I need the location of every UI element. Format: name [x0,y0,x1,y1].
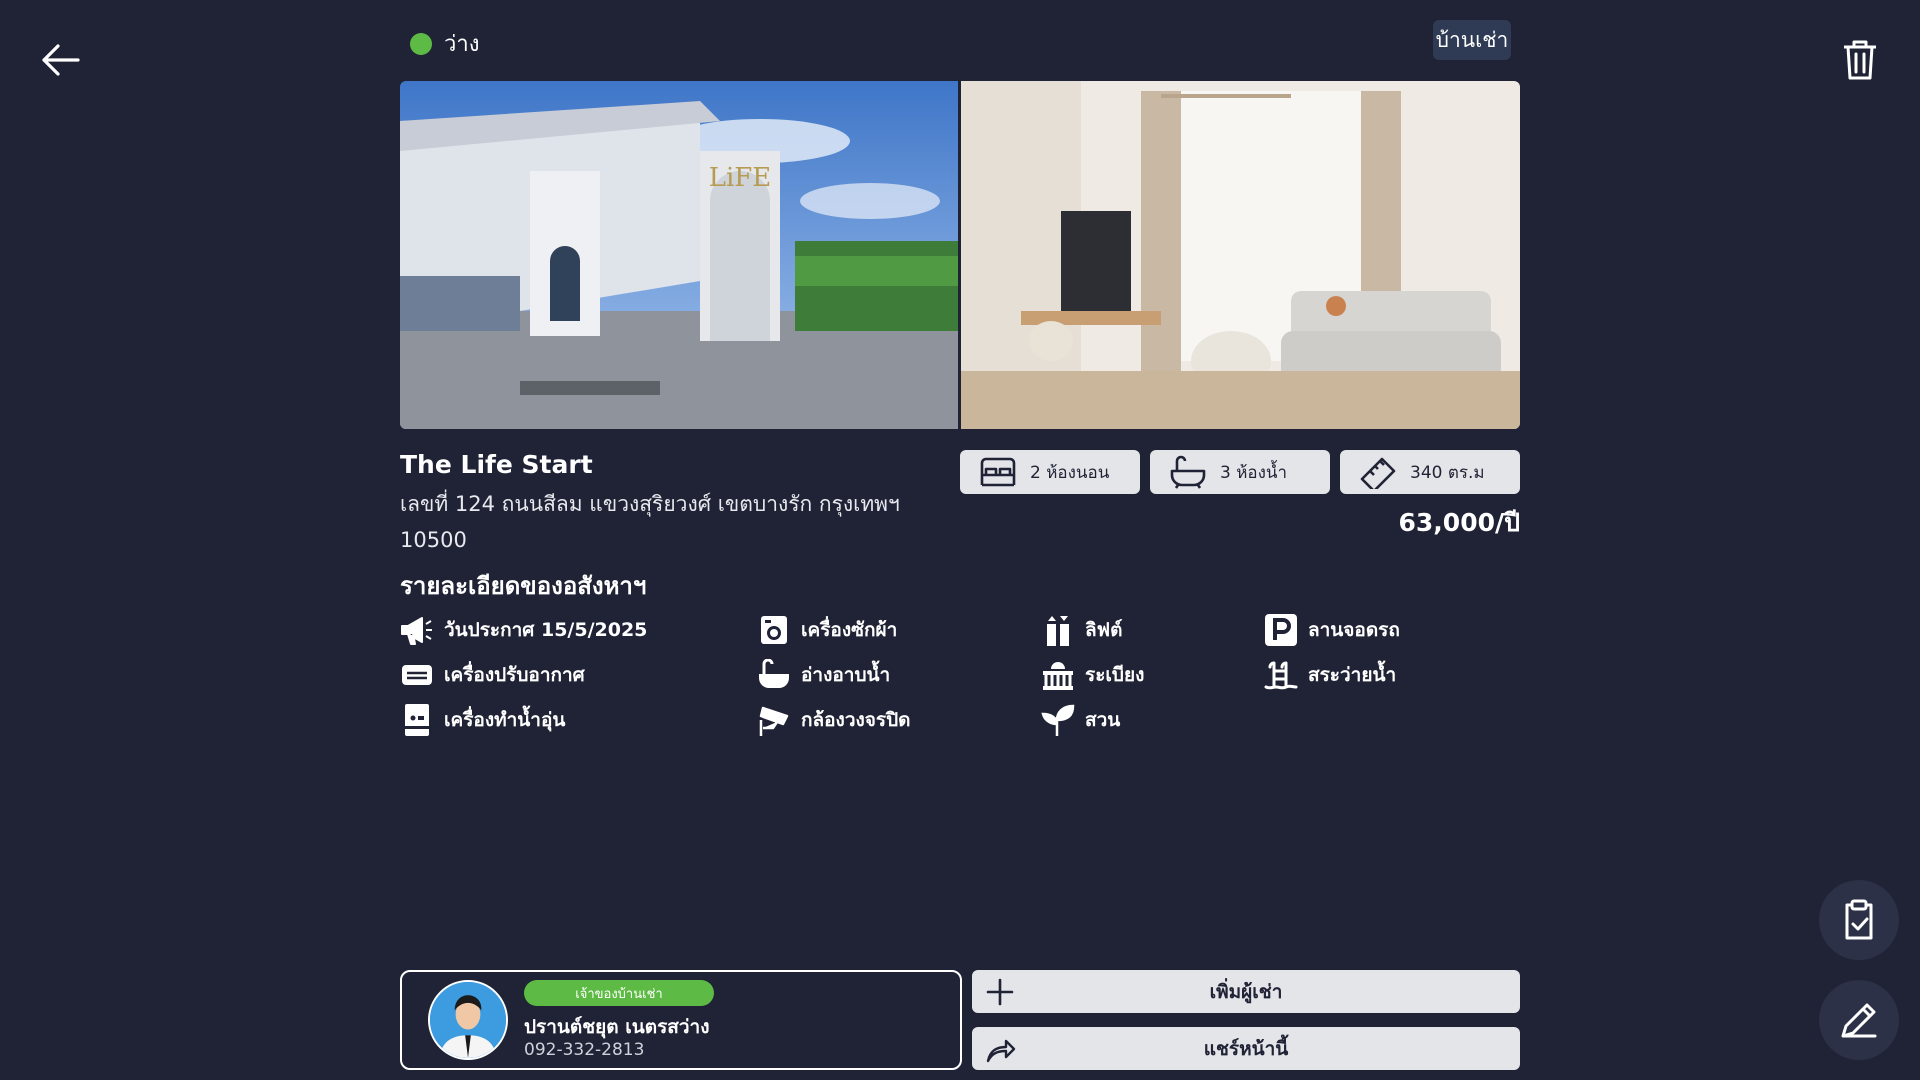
trash-icon [1844,40,1876,80]
amenity-label: สวน [1085,709,1121,731]
amenity-label: ระเบียง [1085,664,1145,686]
amenity-parking: ลานจอดรถ [1264,614,1400,646]
amenity-cctv: กล้องวงจรปิด [757,704,911,736]
amenity-pool: สระว่ายน้ำ [1264,659,1396,691]
svg-text:LiFE: LiFE [709,163,772,193]
feature-bedrooms: 2 ห้องนอน [960,450,1140,494]
feature-label: 2 ห้องนอน [1030,462,1110,483]
balcony-icon [1043,662,1073,690]
amenity-elevator: ลิฟต์ [1041,614,1122,646]
owner-role-badge: เจ้าของบ้านเช่า [524,980,714,1006]
back-button[interactable] [38,38,82,82]
owner-avatar [428,980,508,1060]
status-dot [410,32,432,55]
washing-machine-icon [761,616,787,644]
arrow-left-icon [42,44,80,76]
ruler-icon [1360,457,1396,489]
owner-phone: 092-332-2813 [524,1040,645,1060]
share-page-label: แชร์หน้านี้ [1203,1037,1289,1060]
bathtub-icon [1170,455,1206,489]
amenity-label: วันประกาศ 15/5/2025 [444,619,648,641]
amenity-label: กล้องวงจรปิด [801,709,911,731]
amenity-post-date: วันประกาศ 15/5/2025 [400,614,647,646]
pencil-icon [1841,1003,1877,1038]
plus-icon [986,978,1014,1006]
property-photo-living-room[interactable] [961,81,1520,429]
amenity-label: สระว่ายน้ำ [1308,664,1397,686]
rental-price: 63,000/ปี [1398,508,1520,537]
amenity-bathtub: อ่างอาบน้ำ [757,659,890,691]
clipboard-check-icon [1845,899,1873,940]
megaphone-icon [401,617,432,645]
amenity-label: ลานจอดรถ [1308,619,1400,641]
air-conditioner-icon [402,665,432,685]
feature-label: 340 ตร.ม [1410,462,1485,483]
parking-icon [1265,614,1297,646]
property-name: The Life Start [400,450,593,479]
availability-status: ว่าง [410,26,479,61]
pool-ladder-icon [1264,661,1298,690]
cctv-icon [759,706,789,736]
amenity-label: เครื่องซักผ้า [801,619,898,641]
feature-label: 3 ห้องน้ำ [1220,462,1288,483]
feature-bathrooms: 3 ห้องน้ำ [1150,450,1330,494]
bathtub-icon [759,659,789,688]
feature-chips: 2 ห้องนอน 3 ห้องน้ำ 340 ตร.ม [960,450,1520,494]
water-heater-icon [405,704,429,736]
checklist-button[interactable] [1819,880,1899,960]
property-type-badge: บ้านเช่า [1433,20,1511,60]
amenity-balcony: ระเบียง [1041,659,1144,691]
property-photo-exterior[interactable]: LiFE [400,81,958,429]
amenity-label: ลิฟต์ [1085,619,1123,641]
owner-name: ปรานต์ชยุต เนตรสว่าง [524,1016,710,1038]
bed-icon [980,457,1016,487]
amenity-water-heater: เครื่องทำน้ำอุ่น [400,704,565,736]
amenity-garden: สวน [1041,704,1120,736]
share-page-button[interactable]: แชร์หน้านี้ [972,1027,1520,1070]
amenity-air-conditioner: เครื่องปรับอากาศ [400,659,585,691]
elevator-icon [1047,616,1069,646]
status-label: ว่าง [444,32,480,57]
amenity-label: เครื่องทำน้ำอุ่น [444,709,566,731]
details-title: รายละเอียดของอสังหาฯ [400,572,647,600]
property-address: เลขที่ 124 ถนนสีลม แขวงสุริยวงศ์ เขตบางร… [400,492,900,552]
edit-button[interactable] [1819,980,1899,1060]
add-tenant-label: เพิ่มผู้เช่า [1209,980,1283,1003]
owner-card[interactable]: เจ้าของบ้านเช่า ปรานต์ชยุต เนตรสว่าง 092… [400,970,962,1070]
plant-icon [1041,704,1075,736]
add-tenant-button[interactable]: เพิ่มผู้เช่า [972,970,1520,1013]
share-icon [986,1039,1016,1063]
amenity-label: อ่างอาบน้ำ [801,664,891,686]
delete-button[interactable] [1840,38,1880,82]
amenity-washing-machine: เครื่องซักผ้า [757,614,897,646]
feature-area: 340 ตร.ม [1340,450,1520,494]
amenity-label: เครื่องปรับอากาศ [444,664,585,686]
